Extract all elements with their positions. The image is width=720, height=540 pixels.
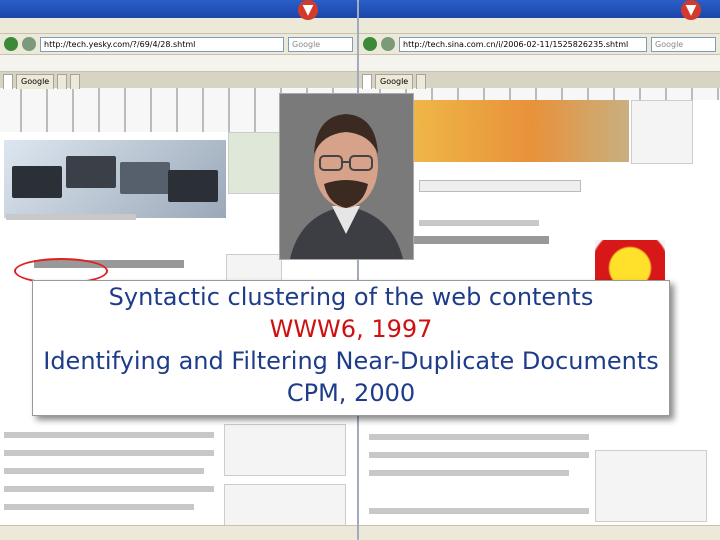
right-menu-bar[interactable] [359, 18, 720, 34]
right-tab-3[interactable] [416, 74, 427, 89]
left-tab-google[interactable]: Google [16, 74, 55, 89]
portrait-illustration [280, 94, 413, 259]
left-address-toolbar: http://tech.yesky.com/?/69/4/28.shtml Go… [0, 34, 357, 55]
left-side-ad[interactable] [228, 132, 280, 194]
promo-banner-image[interactable] [385, 100, 629, 162]
right-tab-article[interactable] [362, 74, 372, 89]
left-tab-article[interactable] [3, 74, 13, 89]
right-search-input[interactable]: Google [651, 36, 716, 52]
back-icon[interactable] [4, 37, 18, 51]
left-bookmarks-bar[interactable] [0, 55, 357, 72]
left-browser-window: http://tech.yesky.com/?/69/4/28.shtml Go… [0, 0, 357, 540]
citation-caption-box: Syntactic clustering of the web contents… [32, 280, 670, 416]
download-icon[interactable]: ▼ [298, 0, 318, 20]
back-icon[interactable] [363, 37, 377, 51]
left-tab-3[interactable] [57, 74, 68, 89]
left-status-bar [0, 525, 357, 540]
right-browser-window: http://tech.sina.com.cn/i/2006-02-11/152… [359, 0, 720, 540]
forward-icon[interactable] [381, 37, 395, 51]
right-address-toolbar: http://tech.sina.com.cn/i/2006-02-11/152… [359, 34, 720, 55]
download-icon[interactable]: ▼ [681, 0, 701, 20]
left-search-input[interactable]: Google [288, 36, 353, 52]
right-bookmarks-bar[interactable] [359, 55, 720, 72]
caption-title-1: Syntactic clustering of the web contents [108, 283, 594, 311]
right-tab-google[interactable]: Google [375, 74, 414, 89]
portrait-photo [279, 93, 414, 260]
left-address-input[interactable]: http://tech.yesky.com/?/69/4/28.shtml [40, 36, 284, 52]
caption-year-1: , 1997 [356, 315, 433, 343]
left-menu-bar[interactable] [0, 18, 357, 34]
caption-venue-2: CPM, 2000 [286, 379, 416, 407]
caption-venue-1: WWW6 [269, 315, 357, 343]
caption-title-2: Identifying and Filtering Near-Duplicate… [43, 347, 659, 375]
right-address-input[interactable]: http://tech.sina.com.cn/i/2006-02-11/152… [399, 36, 647, 52]
forward-icon[interactable] [22, 37, 36, 51]
right-side-box[interactable] [631, 100, 693, 164]
right-status-bar [359, 525, 720, 540]
right-title-bar [359, 0, 720, 18]
left-tab-4[interactable] [70, 74, 81, 89]
left-tab-bar: Google [0, 72, 357, 89]
right-tab-bar: Google [359, 72, 720, 89]
laptop-ad-image[interactable] [4, 140, 226, 218]
